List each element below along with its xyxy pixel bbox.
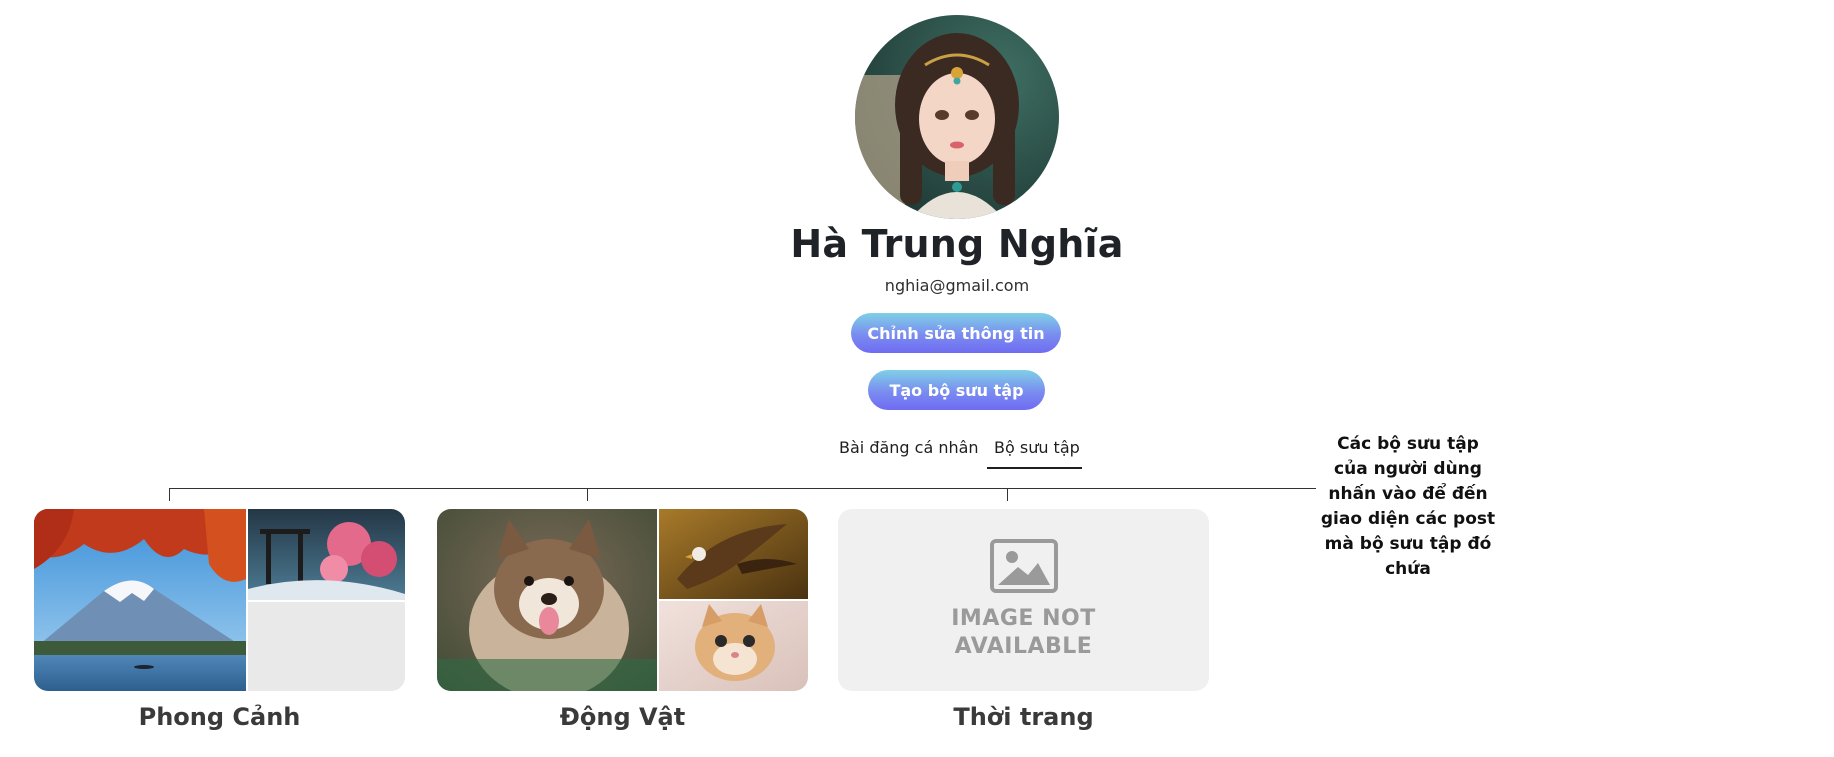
eagle-photo <box>659 509 808 599</box>
connector-tick <box>587 488 588 501</box>
image-not-available-placeholder: IMAGE NOT AVAILABLE <box>838 509 1209 691</box>
annotation-connector-line <box>169 488 1316 489</box>
collection-card[interactable]: IMAGE NOT AVAILABLE Thời trang <box>838 509 1209 731</box>
tab-collections[interactable]: Bộ sưu tập <box>994 438 1080 457</box>
torii-blossom-photo <box>248 509 405 600</box>
edit-profile-button[interactable]: Chỉnh sửa thông tin <box>851 313 1061 353</box>
image-placeholder-icon <box>989 539 1058 593</box>
husky-puppy-photo <box>437 509 657 691</box>
profile-email: nghia@gmail.com <box>884 276 1030 295</box>
collection-card[interactable]: Phong Cảnh <box>34 509 405 731</box>
tab-personal-posts[interactable]: Bài đăng cá nhân <box>839 438 979 457</box>
collection-card[interactable]: Động Vật <box>437 509 808 731</box>
profile-name: Hà Trung Nghĩa <box>790 222 1124 266</box>
collection-thumbnail-grid <box>34 509 405 691</box>
create-collection-button[interactable]: Tạo bộ sưu tập <box>868 370 1045 410</box>
connector-tick <box>1007 488 1008 501</box>
collection-title: Thời trang <box>953 703 1094 731</box>
annotation-note: Các bộ sưu tập của người dùng nhấn vào đ… <box>1320 434 1496 579</box>
kitten-photo <box>659 601 808 691</box>
mountain-autumn-photo <box>34 509 246 691</box>
collection-thumbnail-grid <box>437 509 808 691</box>
image-not-available-text: IMAGE NOT AVAILABLE <box>951 606 1096 659</box>
collection-title: Phong Cảnh <box>138 703 301 731</box>
collection-title: Động Vật <box>559 703 686 731</box>
profile-page: Hà Trung Nghĩa nghia@gmail.com Chỉnh sửa… <box>0 0 1834 757</box>
empty-slot <box>248 602 405 691</box>
avatar-portrait-icon <box>855 15 1059 219</box>
avatar <box>855 15 1059 219</box>
active-tab-indicator <box>987 467 1082 469</box>
connector-tick <box>169 488 170 501</box>
